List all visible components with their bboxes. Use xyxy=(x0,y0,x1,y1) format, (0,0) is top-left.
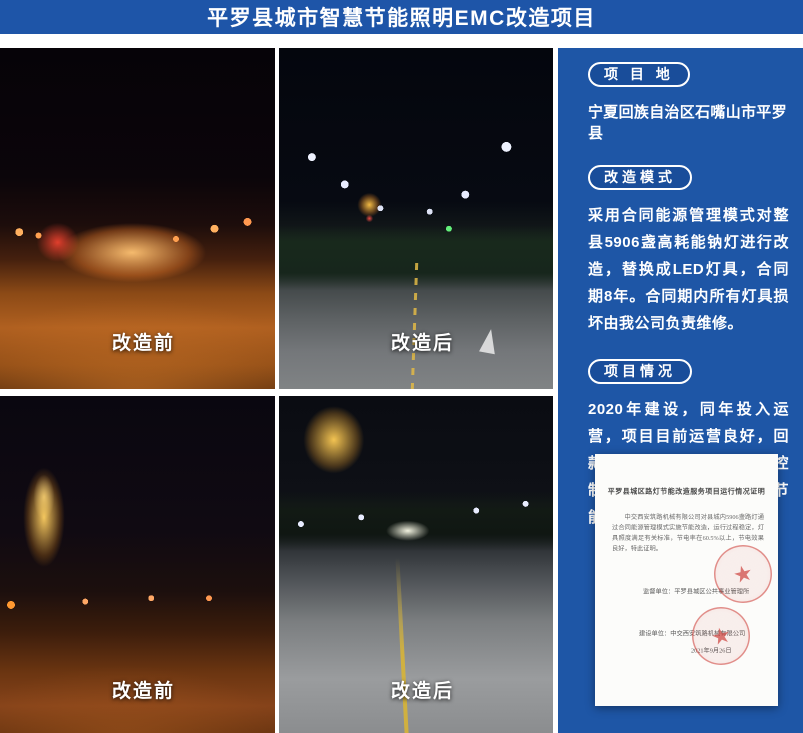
title-bar: 平罗县城市智慧节能照明EMC改造项目 xyxy=(0,0,803,34)
info-sidebar: 项 目 地 宁夏回族自治区石嘴山市平罗县 改造模式 采用合同能源管理模式对整县5… xyxy=(558,48,803,733)
red-seal-stamp-icon: ★ xyxy=(686,601,756,671)
status-badge: 项目情况 xyxy=(588,359,692,384)
photo-label-before: 改造前 xyxy=(112,328,175,355)
location-text: 宁夏回族自治区石嘴山市平罗县 xyxy=(588,101,789,143)
section-status: 项目情况 xyxy=(588,359,789,384)
section-location: 项 目 地 xyxy=(588,62,789,87)
slide-page: 平罗县城市智慧节能照明EMC改造项目 改造前 改造后 改造前 改造后 项 目 地… xyxy=(0,0,803,733)
certificate-content: 平罗县城区路灯节能改造服务项目运行情况证明 中交西安筑路机械有限公司对县城内59… xyxy=(595,454,778,706)
mode-text: 采用合同能源管理模式对整县5906盏高耗能钠灯进行改造，替换成LED灯具，合同期… xyxy=(588,202,789,337)
photo-label-after: 改造后 xyxy=(391,328,454,355)
photo-label-after: 改造后 xyxy=(391,676,454,703)
section-mode: 改造模式 xyxy=(588,165,789,190)
photo-before-bottom: 改造前 xyxy=(0,396,275,733)
certificate-document: 平罗县城区路灯节能改造服务项目运行情况证明 中交西安筑路机械有限公司对县城内59… xyxy=(595,454,778,706)
photo-before-top: 改造前 xyxy=(0,48,275,389)
photo-after-top: 改造后 xyxy=(279,48,553,389)
page-title: 平罗县城市智慧节能照明EMC改造项目 xyxy=(207,2,596,32)
photo-after-bottom: 改造后 xyxy=(279,396,553,733)
location-badge: 项 目 地 xyxy=(588,62,690,87)
certificate-title: 平罗县城区路灯节能改造服务项目运行情况证明 xyxy=(595,486,778,496)
mode-badge: 改造模式 xyxy=(588,165,692,190)
photo-label-before: 改造前 xyxy=(112,676,175,703)
